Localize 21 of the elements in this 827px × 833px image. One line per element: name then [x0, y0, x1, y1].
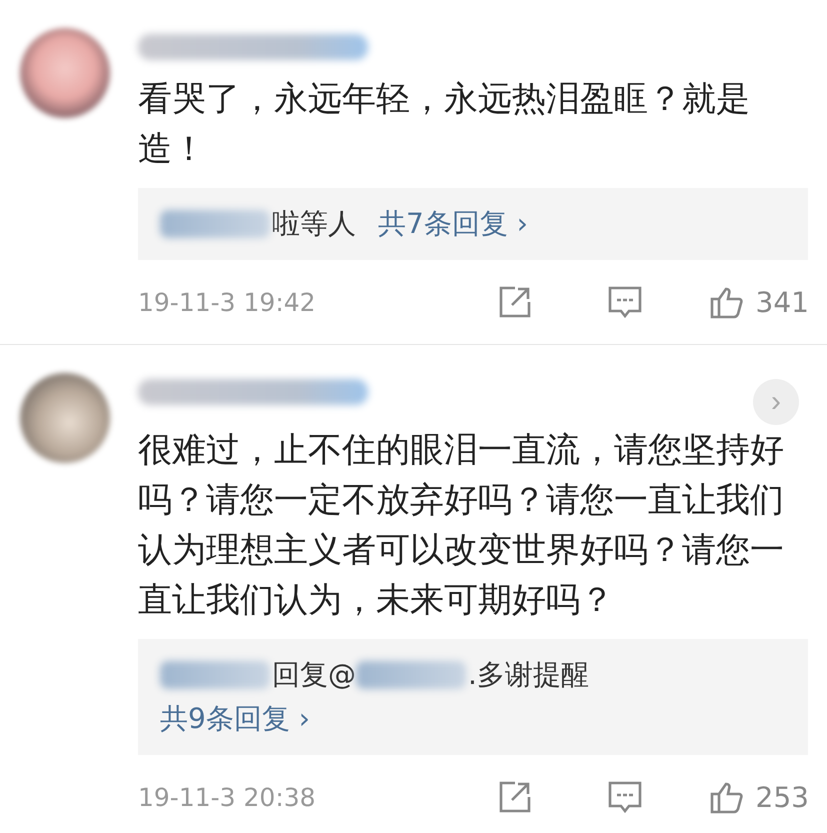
comment-icon[interactable]: [608, 780, 642, 814]
share-icon[interactable]: [498, 780, 532, 814]
reply-text: 回复@: [272, 657, 356, 693]
comment-text: 看哭了，永远年轻，永远热泪盈眶？就是造！: [138, 78, 751, 171]
timestamp: 19-11-3 20:38: [138, 782, 317, 812]
reply-preview[interactable]: 回复@ .多谢提醒 共9条回复 ›: [138, 639, 808, 755]
comment-text: 很难过，止不住的眼泪一直流，请您坚持好吗？请您一定不放弃好吗？请您一直让我们认为理想主义者可以改变世界好吗？请您一直让我们认为，未来可期好吗？: [138, 429, 785, 622]
reply-text: .多谢提醒: [468, 657, 589, 693]
reply-count-link[interactable]: 共7条回复 ›: [378, 202, 528, 246]
reply-preview[interactable]: 啦等人 共7条回复 ›: [138, 188, 808, 260]
thumbs-up-icon[interactable]: [710, 780, 744, 814]
like-count: 341: [756, 286, 809, 318]
avatar[interactable]: [20, 28, 110, 118]
like-count: 253: [756, 780, 809, 814]
comment-icon[interactable]: [608, 285, 642, 319]
avatar[interactable]: [20, 373, 110, 463]
share-icon[interactable]: [498, 285, 532, 319]
timestamp: 19-11-3 19:42: [138, 288, 317, 316]
reply-text: 啦等人: [272, 206, 356, 242]
reply-count-link[interactable]: 共9条回复 ›: [160, 702, 310, 735]
thumbs-up-icon[interactable]: [710, 285, 744, 319]
